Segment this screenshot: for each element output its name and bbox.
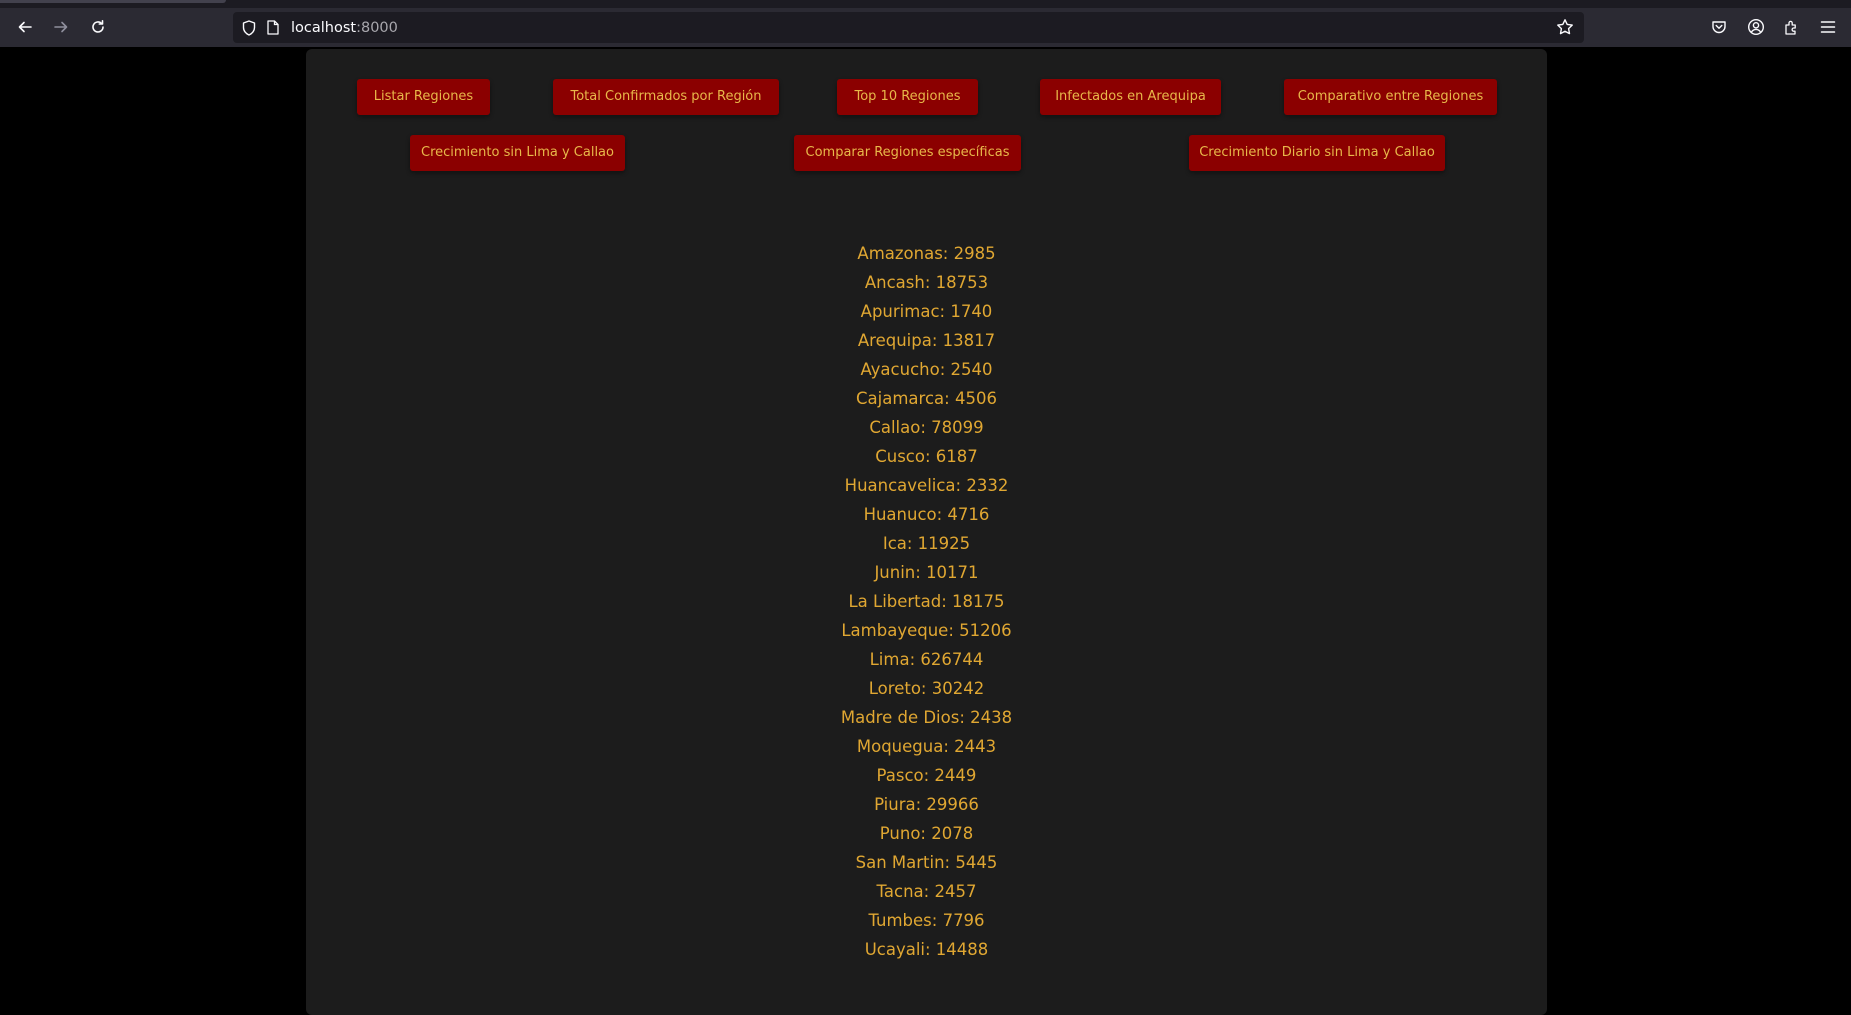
list-item: Pasco: 2449	[876, 766, 977, 785]
active-tab[interactable]	[0, 0, 226, 3]
listar-regiones-button[interactable]: Listar Regiones	[357, 79, 490, 115]
list-item: Apurimac: 1740	[860, 302, 993, 321]
comparar-regiones-especificas-button[interactable]: Comparar Regiones específicas	[794, 135, 1021, 171]
list-item: Ucayali: 14488	[864, 940, 989, 959]
comparativo-regiones-button[interactable]: Comparativo entre Regiones	[1284, 79, 1497, 115]
browser-toolbar: localhost:8000	[0, 0, 1851, 47]
list-item: Lima: 626744	[869, 650, 984, 669]
main-panel: Listar Regiones Total Confirmados por Re…	[306, 49, 1547, 1015]
list-item: Piura: 29966	[874, 795, 979, 814]
top-10-regiones-button[interactable]: Top 10 Regiones	[837, 79, 978, 115]
url-host: localhost	[291, 19, 357, 36]
page-viewport: Listar Regiones Total Confirmados por Re…	[0, 47, 1851, 1015]
list-item: Huanuco: 4716	[863, 505, 990, 524]
page-icon[interactable]	[263, 18, 283, 38]
list-item: Amazonas: 2985	[857, 244, 996, 263]
list-item: Cajamarca: 4506	[856, 389, 997, 408]
list-item: Tacna: 2457	[876, 882, 977, 901]
total-confirmados-button[interactable]: Total Confirmados por Región	[553, 79, 779, 115]
list-item: Ancash: 18753	[864, 273, 989, 292]
reload-icon[interactable]	[85, 14, 111, 40]
crecimiento-diario-sin-lima-callao-button[interactable]: Crecimiento Diario sin Lima y Callao	[1189, 135, 1445, 171]
crecimiento-sin-lima-callao-button[interactable]: Crecimiento sin Lima y Callao	[410, 135, 625, 171]
list-item: Ayacucho: 2540	[860, 360, 993, 379]
region-list: Amazonas: 2985 Ancash: 18753 Apurimac: 1…	[306, 239, 1547, 964]
list-item: San Martin: 5445	[855, 853, 998, 872]
list-item: Madre de Dios: 2438	[840, 708, 1013, 727]
list-item: La Libertad: 18175	[848, 592, 1005, 611]
list-item: Cusco: 6187	[875, 447, 978, 466]
list-item: Arequipa: 13817	[857, 331, 996, 350]
list-item: Tumbes: 7796	[868, 911, 985, 930]
list-item: Junin: 10171	[874, 563, 979, 582]
url-port: :8000	[356, 19, 398, 36]
forward-arrow-icon[interactable]	[48, 14, 74, 40]
list-item: Ica: 11925	[882, 534, 971, 553]
back-arrow-icon[interactable]	[12, 14, 38, 40]
list-item: Puno: 2078	[879, 824, 974, 843]
tab-strip	[0, 0, 1851, 8]
extensions-icon[interactable]	[1779, 14, 1805, 40]
list-item: Loreto: 30242	[868, 679, 985, 698]
list-item: Lambayeque: 51206	[841, 621, 1012, 640]
account-icon[interactable]	[1743, 14, 1769, 40]
url-bar[interactable]: localhost:8000	[233, 12, 1584, 43]
list-item: Moquegua: 2443	[856, 737, 997, 756]
pocket-icon[interactable]	[1706, 14, 1732, 40]
list-item: Callao: 78099	[869, 418, 984, 437]
url-text[interactable]: localhost:8000	[291, 20, 398, 36]
star-icon[interactable]	[1556, 18, 1574, 40]
list-item: Huancavelica: 2332	[844, 476, 1009, 495]
infectados-arequipa-button[interactable]: Infectados en Arequipa	[1040, 79, 1221, 115]
shield-icon[interactable]	[239, 18, 259, 38]
hamburger-menu-icon[interactable]	[1815, 14, 1841, 40]
